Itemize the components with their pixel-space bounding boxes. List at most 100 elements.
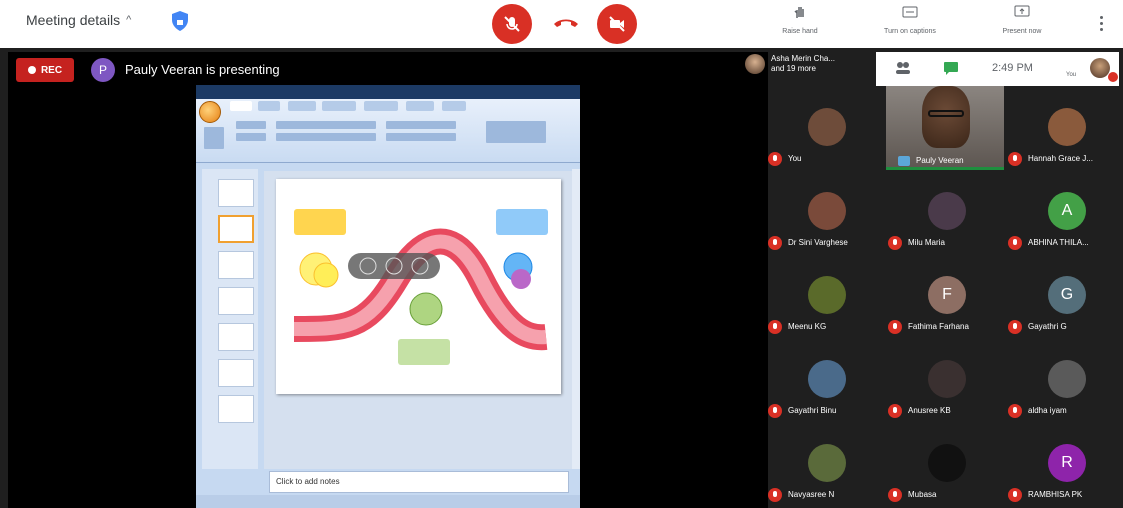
ribbon-tab (322, 101, 356, 111)
presenter-avatar: P (91, 58, 115, 82)
participant-tile[interactable]: Meenu KG (768, 256, 886, 338)
avatar (1048, 108, 1086, 146)
presentation-stage: REC P Pauly Veeran is presenting Click t… (8, 52, 768, 508)
ribbon-toolbar (196, 99, 580, 163)
camera-off-icon (609, 16, 625, 32)
participant-tile[interactable]: A ABHINA THILA... (1008, 172, 1123, 254)
top-bar: Meeting details ^ Raise hand Turn on cap… (0, 0, 1123, 48)
hang-up-icon[interactable] (552, 14, 580, 32)
participant-tile[interactable]: Hannah Grace J... (1008, 88, 1123, 170)
mic-muted-icon (888, 488, 902, 502)
font-format-row (276, 133, 376, 141)
vertical-scrollbar[interactable] (572, 169, 580, 469)
avatar: R (1048, 444, 1086, 482)
mic-muted-icon (888, 236, 902, 250)
slide-thumbnail[interactable] (218, 215, 254, 243)
participant-tile[interactable]: F Fathima Farhana (888, 256, 1006, 338)
raise-hand-button[interactable]: Raise hand (760, 4, 840, 35)
avatar: G (1048, 276, 1086, 314)
avatar (928, 360, 966, 398)
captions-button[interactable]: Turn on captions (870, 4, 950, 35)
slide-thumbnail[interactable] (218, 287, 254, 315)
shield-icon[interactable] (170, 10, 190, 32)
mic-muted-icon (1008, 236, 1022, 250)
participant-tile[interactable]: G Gayathri G (1008, 256, 1123, 338)
participant-name: aldha iyam (1028, 406, 1067, 415)
mic-muted-icon (1008, 488, 1022, 502)
mic-muted-icon (768, 404, 782, 418)
participant-tile[interactable]: R RAMBHISA PK (1008, 424, 1123, 506)
slide-thumbnails (202, 169, 258, 469)
participant-name: Meenu KG (788, 322, 827, 331)
slide-editing-area (264, 171, 572, 469)
ribbon-tab (288, 101, 316, 111)
hand-icon (794, 7, 804, 18)
ribbon-tab (230, 101, 252, 111)
slide-diagram (293, 209, 548, 365)
ribbon-tab (364, 101, 398, 111)
avatar (808, 108, 846, 146)
participant-tile[interactable]: Milu Maria (888, 172, 1006, 254)
meeting-details-button[interactable]: Meeting details ^ (26, 12, 131, 28)
other-participants-chip[interactable]: Asha Merin Cha... and 19 more (745, 54, 835, 74)
participant-tile[interactable]: You (768, 88, 886, 170)
participant-name: Milu Maria (908, 238, 945, 247)
drawing-group (486, 121, 546, 143)
status-bar (196, 495, 580, 508)
participant-tile[interactable]: Dr Sini Varghese (768, 172, 886, 254)
participant-name: Gayathri G (1028, 322, 1067, 331)
notes-pane[interactable]: Click to add notes (269, 471, 569, 493)
avatar (808, 276, 846, 314)
participant-name: Anusree KB (908, 406, 951, 415)
participant-tile[interactable]: aldha iyam (1008, 340, 1123, 422)
participant-name: Dr Sini Varghese (788, 238, 848, 247)
participant-tile[interactable]: Navyasree N (768, 424, 886, 506)
recording-label: REC (40, 64, 63, 76)
people-icon[interactable] (894, 60, 912, 76)
avatar (928, 192, 966, 230)
more-options-icon[interactable] (1093, 12, 1109, 34)
chat-icon[interactable] (942, 60, 960, 76)
avatar: F (928, 276, 966, 314)
mic-muted-icon (1008, 152, 1022, 166)
mic-muted-icon (768, 320, 782, 334)
recording-badge: REC (16, 58, 74, 82)
mic-off-button[interactable] (492, 4, 532, 44)
slide-thumbnail[interactable] (218, 323, 254, 351)
slide-thumbnail[interactable] (218, 179, 254, 207)
paragraph-row (386, 133, 456, 141)
self-avatar[interactable] (1090, 58, 1110, 78)
shared-screen-powerpoint: Click to add notes (196, 85, 580, 508)
meeting-clock: 2:49 PM (992, 62, 1033, 74)
avatar (745, 54, 765, 74)
paragraph-row (386, 121, 456, 129)
participant-tile[interactable]: Mubasa (888, 424, 1006, 506)
ribbon-tab (442, 101, 466, 111)
slide-thumbnail[interactable] (218, 395, 254, 423)
font-box (276, 121, 376, 129)
self-status-bar: 2:49 PM You (876, 52, 1119, 86)
slide-thumbnail[interactable] (218, 359, 254, 387)
avatar (808, 360, 846, 398)
slide-thumbnail[interactable] (218, 251, 254, 279)
mic-muted-icon (1008, 320, 1022, 334)
ribbon-button (236, 133, 266, 141)
notification-badge (1108, 72, 1118, 82)
camera-off-button[interactable] (597, 4, 637, 44)
participant-name: Fathima Farhana (908, 322, 969, 331)
ribbon-tab (406, 101, 434, 111)
participant-name: You (788, 154, 802, 163)
presenting-icon (898, 156, 910, 166)
mic-muted-icon (888, 320, 902, 334)
mic-muted-icon (768, 236, 782, 250)
participant-name: RAMBHISA PK (1028, 490, 1083, 499)
present-now-button[interactable]: Present now (982, 4, 1062, 35)
present-now-label: Present now (1002, 28, 1042, 35)
ribbon-button (236, 121, 266, 129)
participant-tile[interactable]: Anusree KB (888, 340, 1006, 422)
active-speaker-tile[interactable]: Pauly Veeran (886, 86, 1004, 170)
avatar: A (1048, 192, 1086, 230)
participant-name: Navyasree N (788, 490, 835, 499)
participant-tile[interactable]: Gayathri Binu (768, 340, 886, 422)
ribbon-tab (258, 101, 280, 111)
